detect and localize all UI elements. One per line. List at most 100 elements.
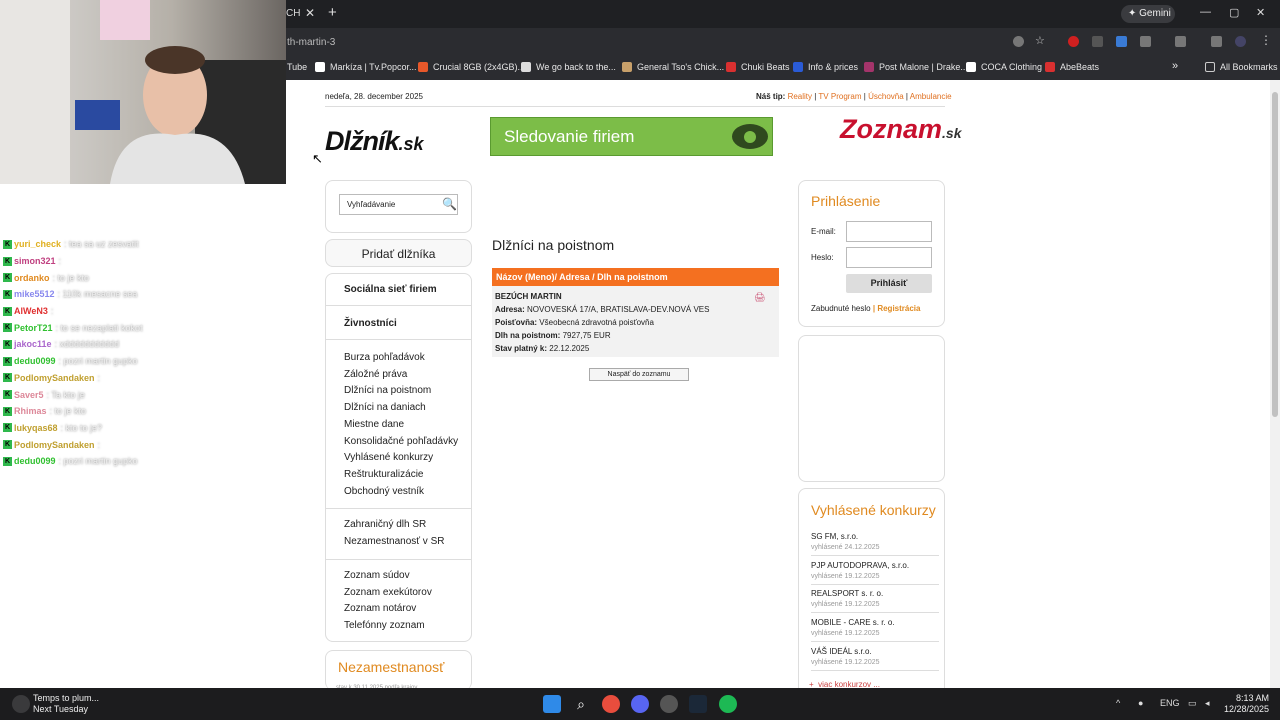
menu-item[interactable]: Zoznam notárov: [344, 603, 416, 614]
password-field[interactable]: [846, 247, 932, 268]
tab-title[interactable]: CH: [286, 8, 300, 19]
close-window-button[interactable]: ✕: [1256, 6, 1265, 19]
start-button[interactable]: [543, 695, 561, 713]
new-tab-button[interactable]: +: [328, 4, 337, 21]
chat-username[interactable]: PetorT21: [14, 323, 53, 333]
bankruptcy-item[interactable]: REALSPORT s. r. o. vyhlásené 19.12.2025: [811, 584, 939, 614]
menu-tradesmen[interactable]: Živnostníci: [344, 318, 397, 329]
tab-search-icon[interactable]: [1175, 36, 1186, 47]
extension-icon[interactable]: [1092, 36, 1103, 47]
language-indicator[interactable]: ENG: [1160, 698, 1180, 708]
obs-icon[interactable]: [660, 695, 678, 713]
chat-username[interactable]: PodlomySandaken: [14, 373, 95, 383]
bankruptcy-company[interactable]: REALSPORT s. r. o.: [811, 589, 883, 598]
chat-username[interactable]: PodlomySandaken: [14, 440, 95, 450]
all-bookmarks-button[interactable]: All Bookmarks: [1205, 62, 1278, 72]
bookmark-item[interactable]: Tube: [287, 62, 307, 72]
bookmark-item[interactable]: COCA Clothing: [966, 62, 1042, 72]
tray-chevron-icon[interactable]: ^: [1116, 698, 1120, 708]
back-to-list-button[interactable]: Naspäť do zoznamu: [589, 368, 689, 381]
page-scrollbar[interactable]: [1270, 80, 1280, 688]
unemployment-title[interactable]: Nezamestnanosť: [338, 659, 444, 675]
system-clock[interactable]: 8:13 AM 12/28/2025: [1224, 693, 1269, 715]
bankruptcy-company[interactable]: MOBILE - CARE s. r. o.: [811, 618, 895, 627]
gemini-button[interactable]: ✦ Gemini: [1121, 5, 1175, 23]
menu-item[interactable]: Zoznam súdov: [344, 570, 410, 581]
chat-username[interactable]: yuri_check: [14, 239, 61, 249]
bookmark-item[interactable]: Post Malone | Drake...: [864, 62, 968, 72]
media-icon[interactable]: [1211, 36, 1222, 47]
register-link[interactable]: Registrácia: [877, 304, 920, 313]
bankruptcy-company[interactable]: PJP AUTODOPRAVA, s.r.o.: [811, 561, 909, 570]
spotify-icon[interactable]: [719, 695, 737, 713]
bankruptcy-company[interactable]: SG FM, s.r.o.: [811, 532, 858, 541]
notification-widget[interactable]: Temps to plum... Next Tuesday: [33, 693, 99, 715]
chat-username[interactable]: AlWeN3: [14, 306, 48, 316]
extension-opera-icon[interactable]: [1068, 36, 1079, 47]
menu-item[interactable]: Dlžníci na poistnom: [344, 385, 431, 396]
more-bookmarks-button[interactable]: »: [1172, 60, 1178, 72]
bankruptcy-item[interactable]: PJP AUTODOPRAVA, s.r.o. vyhlásené 19.12.2…: [811, 556, 939, 585]
search-icon[interactable]: ⌕: [572, 695, 590, 713]
menu-dots-icon[interactable]: ⋮: [1260, 33, 1272, 47]
bookmark-item[interactable]: Crucial 8GB (2x4GB)...: [418, 62, 525, 72]
company-monitoring-banner[interactable]: Sledovanie firiem: [490, 117, 773, 156]
chrome-icon[interactable]: [602, 695, 620, 713]
tab-close-button[interactable]: ✕: [305, 6, 315, 20]
chat-username[interactable]: Saver5: [14, 390, 44, 400]
maximize-button[interactable]: ▢: [1229, 6, 1239, 19]
bookmark-item[interactable]: Chuki Beats: [726, 62, 790, 72]
bankruptcy-item[interactable]: MOBILE - CARE s. r. o. vyhlásené 19.12.20…: [811, 613, 939, 643]
chat-username[interactable]: dedu0099: [14, 356, 56, 366]
bankruptcies-title[interactable]: Vyhlásené konkurzy: [811, 502, 936, 518]
menu-item[interactable]: Zahraničný dlh SR: [344, 519, 426, 530]
dlznik-logo[interactable]: Dlžník.sk: [325, 126, 424, 157]
email-field[interactable]: [846, 221, 932, 242]
chat-username[interactable]: simon321: [14, 256, 56, 266]
add-debtor-button[interactable]: Pridať dlžníka: [325, 239, 472, 267]
login-button[interactable]: Prihlásiť: [846, 274, 932, 293]
menu-item[interactable]: Záložné práva: [344, 369, 407, 380]
extensions-puzzle-icon[interactable]: [1140, 36, 1151, 47]
menu-item[interactable]: Konsolidačné pohľadávky: [344, 436, 458, 447]
menu-item[interactable]: Telefónny zoznam: [344, 620, 425, 631]
chat-username[interactable]: jakoc11e: [14, 339, 52, 349]
star-icon[interactable]: ☆: [1035, 34, 1046, 47]
scrollbar-thumb[interactable]: [1272, 92, 1278, 417]
tip-link[interactable]: Ambulancie: [910, 92, 952, 101]
search-input[interactable]: Vyhľadávanie 🔍: [339, 194, 458, 215]
bookmark-item[interactable]: We go back to the...: [521, 62, 616, 72]
bankruptcy-item[interactable]: VÁŠ IDEÁL s.r.o. vyhlásené 19.12.2025: [811, 642, 939, 671]
chat-username[interactable]: Rhimas: [14, 406, 47, 416]
steam-icon[interactable]: [689, 695, 707, 713]
network-icon[interactable]: ▭: [1188, 698, 1197, 709]
tip-link[interactable]: Úschovňa: [868, 92, 904, 101]
menu-item[interactable]: Vyhlásené konkurzy: [344, 452, 433, 463]
tip-link[interactable]: Reality: [788, 92, 812, 101]
extension-blue-icon[interactable]: [1116, 36, 1127, 47]
forgot-password-link[interactable]: Zabudnuté heslo: [811, 304, 871, 313]
weather-icon[interactable]: [12, 695, 30, 713]
discord-icon[interactable]: [631, 695, 649, 713]
menu-item[interactable]: Dlžníci na daniach: [344, 402, 426, 413]
chat-username[interactable]: dedu0099: [14, 456, 56, 466]
key-icon[interactable]: [1013, 36, 1024, 47]
menu-item[interactable]: Reštrukturalizácie: [344, 469, 423, 480]
bookmark-item[interactable]: Info & prices: [793, 62, 858, 72]
profile-avatar[interactable]: [1235, 36, 1246, 47]
print-icon[interactable]: 🖨: [754, 292, 765, 303]
volume-icon[interactable]: ◂: [1205, 698, 1210, 709]
microphone-icon[interactable]: ●: [1138, 698, 1143, 708]
menu-item[interactable]: Nezamestnanosť v SR: [344, 536, 444, 547]
menu-item[interactable]: Burza pohľadávok: [344, 352, 425, 363]
zoznam-logo[interactable]: Zoznam.sk: [840, 114, 961, 145]
menu-item[interactable]: Miestne dane: [344, 419, 404, 430]
menu-item[interactable]: Obchodný vestník: [344, 486, 424, 497]
bankruptcy-item[interactable]: SG FM, s.r.o. vyhlásené 24.12.2025: [811, 527, 939, 556]
url-field[interactable]: th-martin-3: [287, 37, 335, 48]
tip-link[interactable]: TV Program: [818, 92, 861, 101]
menu-social-network[interactable]: Sociálna sieť firiem: [344, 284, 437, 295]
bookmark-item[interactable]: AbeBeats: [1045, 62, 1099, 72]
search-icon[interactable]: 🔍: [442, 197, 457, 211]
chat-username[interactable]: mike5512: [14, 289, 55, 299]
